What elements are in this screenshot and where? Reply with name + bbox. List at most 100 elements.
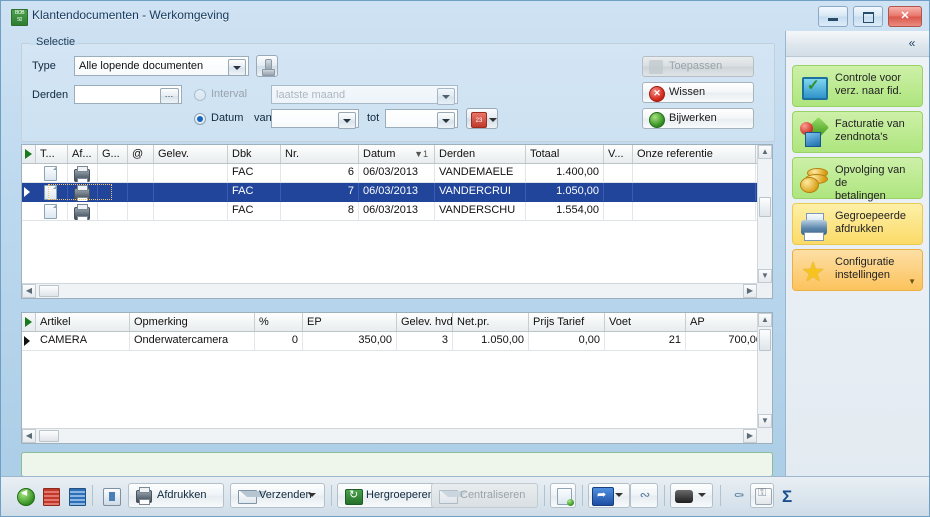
column-header-totaal[interactable]: Totaal: [526, 145, 604, 163]
chevron-down-icon[interactable]: [489, 118, 497, 122]
cell-gelev[interactable]: [154, 202, 228, 220]
cell-pct[interactable]: 0: [255, 332, 303, 350]
sidebar-item-4[interactable]: Gegroepeerde afdrukken: [792, 203, 923, 245]
cell-dbk[interactable]: FAC: [228, 202, 281, 220]
new-doc-button[interactable]: [550, 483, 576, 508]
cell-datum[interactable]: 06/03/2013: [359, 164, 435, 182]
column-header-nr[interactable]: Nr.: [281, 145, 359, 163]
cell-derden[interactable]: VANDEMAELE: [435, 164, 526, 182]
sidebar-item-1[interactable]: Controle voorverz. naar fid.: [792, 65, 923, 107]
chevron-down-icon[interactable]: [698, 493, 706, 497]
column-header-gelev[interactable]: Gelev.: [154, 145, 228, 163]
cell-ep[interactable]: 350,00: [303, 332, 397, 350]
lines-grid-body[interactable]: CAMERA Onderwatercamera 0 350,00 3 1.050,00 0,…: [22, 332, 757, 428]
interval-combo[interactable]: laatste maand: [271, 85, 458, 105]
red-book-button[interactable]: [37, 483, 63, 508]
column-header-datum[interactable]: Datum ▼1: [359, 145, 435, 163]
search-button[interactable]: [670, 483, 713, 508]
column-header-voet[interactable]: Voet: [605, 313, 686, 331]
column-header-pct[interactable]: %: [255, 313, 303, 331]
derden-browse-button[interactable]: …: [160, 88, 179, 104]
chevron-down-icon[interactable]: [338, 112, 356, 129]
type-combo[interactable]: Alle lopende documenten: [74, 56, 249, 76]
cell-prijs_tarief[interactable]: 0,00: [529, 332, 605, 350]
column-header-ep[interactable]: EP: [303, 313, 397, 331]
table-row[interactable]: FAC 8 06/03/2013 VANDERSCHU 1.554,00: [22, 202, 757, 221]
lines-grid[interactable]: Artikel Opmerking% EP Gelev. hvd Net.pr. Prij…: [21, 312, 773, 444]
cell-v[interactable]: [604, 183, 633, 201]
cell-dbk[interactable]: FAC: [228, 164, 281, 182]
cell-at[interactable]: [128, 202, 154, 220]
cell-gelev_hvd[interactable]: 3: [397, 332, 453, 350]
close-button[interactable]: ✕: [888, 6, 922, 27]
column-header-opmerking[interactable]: Opmerking: [130, 313, 255, 331]
column-header-g[interactable]: G...: [98, 145, 128, 163]
chevron-down-icon[interactable]: [308, 493, 316, 497]
centralize-button[interactable]: Centraliseren: [431, 483, 538, 508]
cell-derden[interactable]: VANDERCRUI: [435, 183, 526, 201]
cell-at[interactable]: [128, 183, 154, 201]
export-button[interactable]: [588, 483, 630, 508]
minimize-button[interactable]: [817, 6, 848, 27]
lines-vertical-scrollbar[interactable]: ▲ ▼: [757, 313, 772, 443]
undo-button[interactable]: ∾: [630, 483, 658, 508]
cell-onze_ref[interactable]: [633, 183, 756, 201]
sidebar-item-5[interactable]: ★ Configuratie instellingen ▼: [792, 249, 923, 291]
scroll-thumb[interactable]: [759, 197, 771, 217]
scroll-thumb[interactable]: [759, 329, 771, 351]
collapse-sidebar-button[interactable]: «: [903, 35, 921, 52]
maximize-button[interactable]: [852, 6, 883, 27]
print-button[interactable]: Afdrukken: [128, 483, 224, 508]
print-icon[interactable]: [74, 166, 90, 182]
column-header-artikel[interactable]: Artikel: [36, 313, 130, 331]
cell-g[interactable]: [98, 202, 128, 220]
cell-artikel[interactable]: CAMERA: [36, 332, 130, 350]
cell-at[interactable]: [128, 164, 154, 182]
scroll-up-button[interactable]: ▲: [758, 313, 772, 327]
cell-nr[interactable]: 8: [281, 202, 359, 220]
print-icon[interactable]: [74, 204, 90, 220]
column-header-netpr[interactable]: Net.pr.: [453, 313, 529, 331]
cell-v[interactable]: [604, 164, 633, 182]
column-header-gelev_hvd[interactable]: Gelev. hvd: [397, 313, 453, 331]
cell-totaal[interactable]: 1.050,00: [526, 183, 604, 201]
cell-nr[interactable]: 6: [281, 164, 359, 182]
column-header-v[interactable]: V...: [604, 145, 633, 163]
cell-netpr[interactable]: 1.050,00: [453, 332, 529, 350]
column-header-onze_ref[interactable]: Onze referentie: [633, 145, 756, 163]
chevron-down-icon[interactable]: ▼: [908, 277, 916, 286]
column-header-derden[interactable]: Derden: [435, 145, 526, 163]
column-header-indicator[interactable]: [22, 313, 36, 331]
datum-radio[interactable]: [194, 113, 206, 125]
scroll-left-button[interactable]: ◀: [22, 429, 36, 443]
cell-af[interactable]: [68, 164, 98, 182]
sum-button[interactable]: Σ: [776, 483, 800, 508]
cell-onze_ref[interactable]: [633, 164, 756, 182]
tag-button[interactable]: [97, 483, 123, 508]
cell-datum[interactable]: 06/03/2013: [359, 202, 435, 220]
clear-button[interactable]: ✕ Wissen: [642, 82, 754, 103]
cell-datum[interactable]: 06/03/2013: [359, 183, 435, 201]
column-header-dbk[interactable]: Dbk: [228, 145, 281, 163]
cell-af[interactable]: [68, 202, 98, 220]
documents-grid[interactable]: T... Af... G... @ Gelev. Dbk Nr. Datum ▼1 Derden T…: [21, 144, 773, 299]
table-row[interactable]: FAC 6 06/03/2013 VANDEMAELE 1.400,00: [22, 164, 757, 183]
chevron-down-icon[interactable]: [228, 59, 246, 76]
column-header-af[interactable]: Af...: [68, 145, 98, 163]
scroll-left-button[interactable]: ◀: [22, 284, 36, 298]
send-button[interactable]: Verzenden: [230, 483, 325, 508]
type-filter-button[interactable]: [256, 55, 278, 77]
calendar-button[interactable]: 23: [466, 108, 498, 129]
derden-input[interactable]: …: [74, 85, 182, 104]
cell-totaal[interactable]: 1.554,00: [526, 202, 604, 220]
key-button[interactable]: ⚰: [726, 483, 750, 508]
scroll-thumb-h[interactable]: [39, 285, 59, 297]
column-header-prijs_tarief[interactable]: Prijs Tarief: [529, 313, 605, 331]
cell-opmerking[interactable]: Onderwatercamera: [130, 332, 255, 350]
back-button[interactable]: [11, 483, 37, 508]
chevron-down-icon[interactable]: [437, 88, 455, 105]
scroll-up-button[interactable]: ▲: [758, 145, 772, 159]
scroll-thumb-h[interactable]: [39, 430, 59, 442]
cell-g[interactable]: [98, 164, 128, 182]
cell-nr[interactable]: 7: [281, 183, 359, 201]
